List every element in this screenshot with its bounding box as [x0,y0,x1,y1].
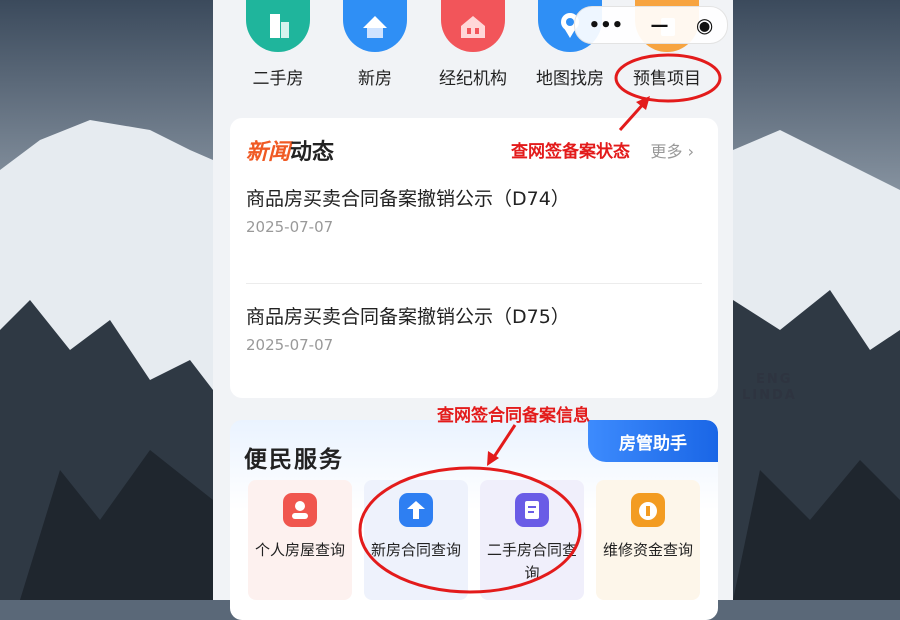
watermark-line: ENG [756,372,793,387]
convenience-service-card: 便民服务 房管助手 个人房屋查询 新房合同查询 二手房合同查询 维修资金查询 [230,420,718,620]
service-repair-fund-query[interactable]: 维修资金查询 [596,480,700,600]
news-title-rest: 动态 [290,140,335,165]
chevron-right-icon: › [687,142,694,161]
mini-program-capsule: ••• — ◉ [574,6,728,44]
watermark-line: LINDA [742,388,797,403]
more-label: 更多 [650,142,683,161]
service-resale-contract-query[interactable]: 二手房合同查询 [480,480,584,600]
annotation-presale-status: 查网签备案状态 [511,142,630,162]
category-label: 地图找房 [536,69,604,89]
news-item-date: 2025-07-07 [246,218,334,236]
more-options-icon[interactable]: ••• [589,15,624,36]
minimize-icon[interactable]: — [651,15,669,36]
house-icon [343,0,407,52]
resale-contract-icon [515,493,549,527]
news-title-highlight: 新闻 [246,140,291,165]
news-more-link[interactable]: 更多 › [650,138,694,162]
news-item-date: 2025-07-07 [246,336,334,354]
service-label: 个人房屋查询 [254,541,345,559]
housing-assistant-tag[interactable]: 房管助手 [588,420,718,462]
repair-fund-icon [631,493,665,527]
category-label: 经纪机构 [439,69,507,89]
service-label: 维修资金查询 [602,541,693,559]
watermark: ENG LINDA [742,372,797,404]
agency-icon [441,0,505,52]
service-new-house-contract-query[interactable]: 新房合同查询 [364,480,468,600]
category-agency[interactable]: 经纪机构 [425,0,521,89]
service-label: 二手房合同查询 [486,541,577,582]
category-new-house[interactable]: 新房 [327,0,423,89]
news-card: 新闻动态 更多 › 商品房买卖合同备案撤销公示（D74） 2025-07-07 … [230,118,718,398]
news-section-title: 新闻动态 [246,134,334,166]
news-item[interactable]: 商品房买卖合同备案撤销公示（D75） 2025-07-07 [246,304,706,354]
news-item-title: 商品房买卖合同备案撤销公示（D74） [246,188,570,210]
category-label: 预售项目 [633,69,701,89]
news-item[interactable]: 商品房买卖合同备案撤销公示（D74） 2025-07-07 [246,186,706,236]
person-house-icon [283,493,317,527]
news-item-title: 商品房买卖合同备案撤销公示（D75） [246,306,570,328]
divider [246,283,702,284]
service-section-title: 便民服务 [244,447,344,473]
close-icon[interactable]: ◉ [696,13,713,37]
category-resale-house[interactable]: 二手房 [230,0,326,89]
new-house-contract-icon [399,493,433,527]
category-label: 二手房 [252,69,304,89]
annotation-contract-info: 查网签合同备案信息 [437,406,590,426]
service-personal-house-query[interactable]: 个人房屋查询 [248,480,352,600]
building-icon [246,0,310,52]
category-label: 新房 [358,69,392,89]
service-label: 新房合同查询 [370,541,461,559]
